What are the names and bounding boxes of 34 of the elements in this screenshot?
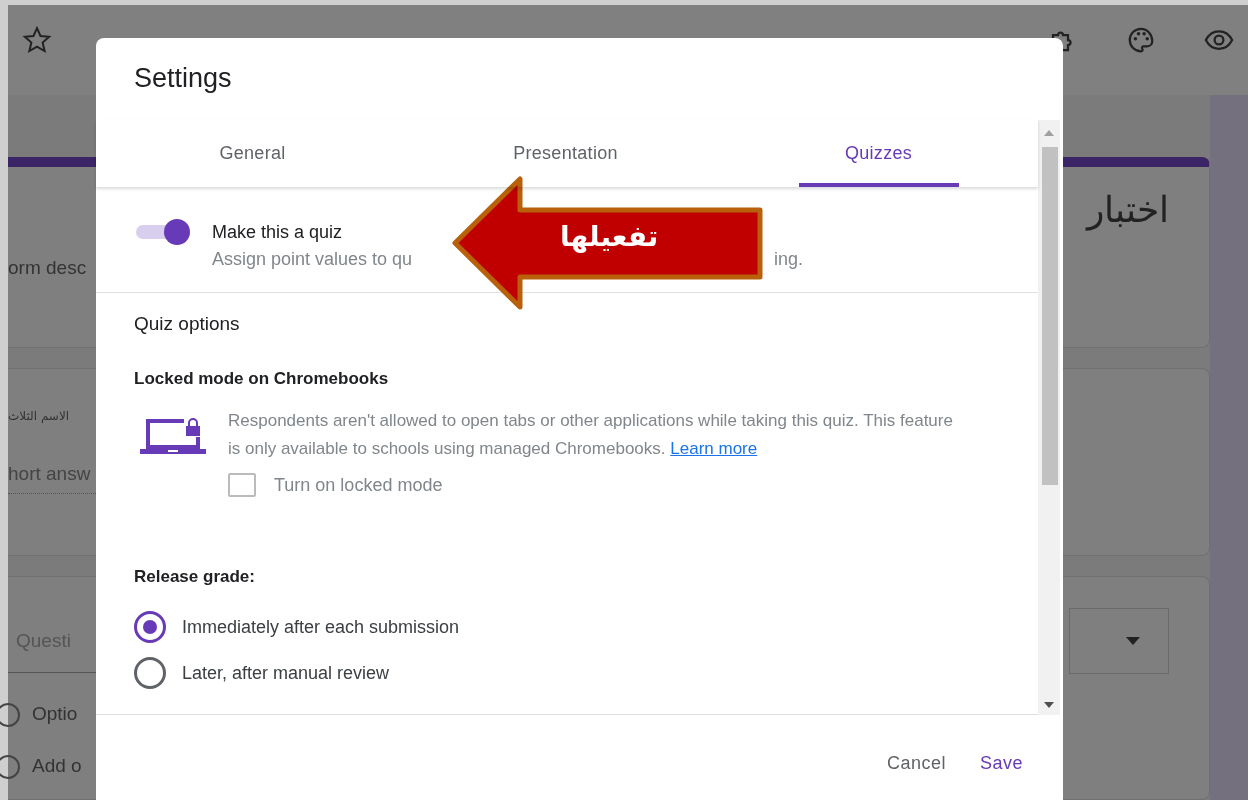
form-title: اختبار [1087, 189, 1169, 231]
star-icon[interactable] [22, 25, 52, 55]
question-title: الاسم الثلاث [8, 409, 70, 423]
radio-button[interactable] [134, 657, 166, 689]
locked-mode-description: Respondents aren't allowed to open tabs or other applications while taking this quiz. This feature is only available to schools using managed Chromebooks. Learn more [228, 410, 954, 460]
scroll-up-icon[interactable] [1044, 130, 1054, 136]
learn-more-link[interactable]: Learn more [670, 439, 758, 458]
settings-tab[interactable]: Quizzes [798, 120, 959, 187]
settings-tab[interactable]: General [172, 120, 333, 187]
radio-label: Immediately after each submission [182, 616, 460, 638]
toggle-description: Assign point values to qu [212, 249, 413, 270]
palette-icon[interactable] [1126, 25, 1156, 55]
form-description: orm desc [8, 257, 87, 279]
setting-heading: Release grade: [134, 567, 256, 587]
scrollbar[interactable] [1038, 120, 1060, 715]
checkbox-label: Turn on locked mode [274, 474, 443, 496]
dialog-title: Settings [133, 62, 233, 95]
option-label[interactable]: Optio [32, 703, 78, 725]
radio-label: Later, after manual review [182, 662, 390, 684]
save-button[interactable]: Save [969, 745, 1033, 782]
setting-heading: Locked mode on Chromebooks [134, 369, 390, 389]
toggle-description: ing. [774, 249, 804, 270]
toggle-label: Make this a quiz [212, 221, 343, 243]
radio-button[interactable] [134, 611, 166, 643]
radio-icon [0, 703, 20, 727]
settings-tab[interactable]: Presentation [485, 120, 646, 187]
section-title: Quiz options [134, 313, 241, 335]
caret-icon [1126, 637, 1140, 645]
cancel-button[interactable]: Cancel [876, 745, 956, 782]
option-label[interactable]: Add o [32, 755, 82, 777]
scroll-down-icon[interactable] [1044, 702, 1054, 708]
callout-label: تفعيلها [560, 220, 659, 253]
locked-mode-checkbox[interactable] [228, 473, 256, 497]
radio-icon [0, 755, 20, 779]
